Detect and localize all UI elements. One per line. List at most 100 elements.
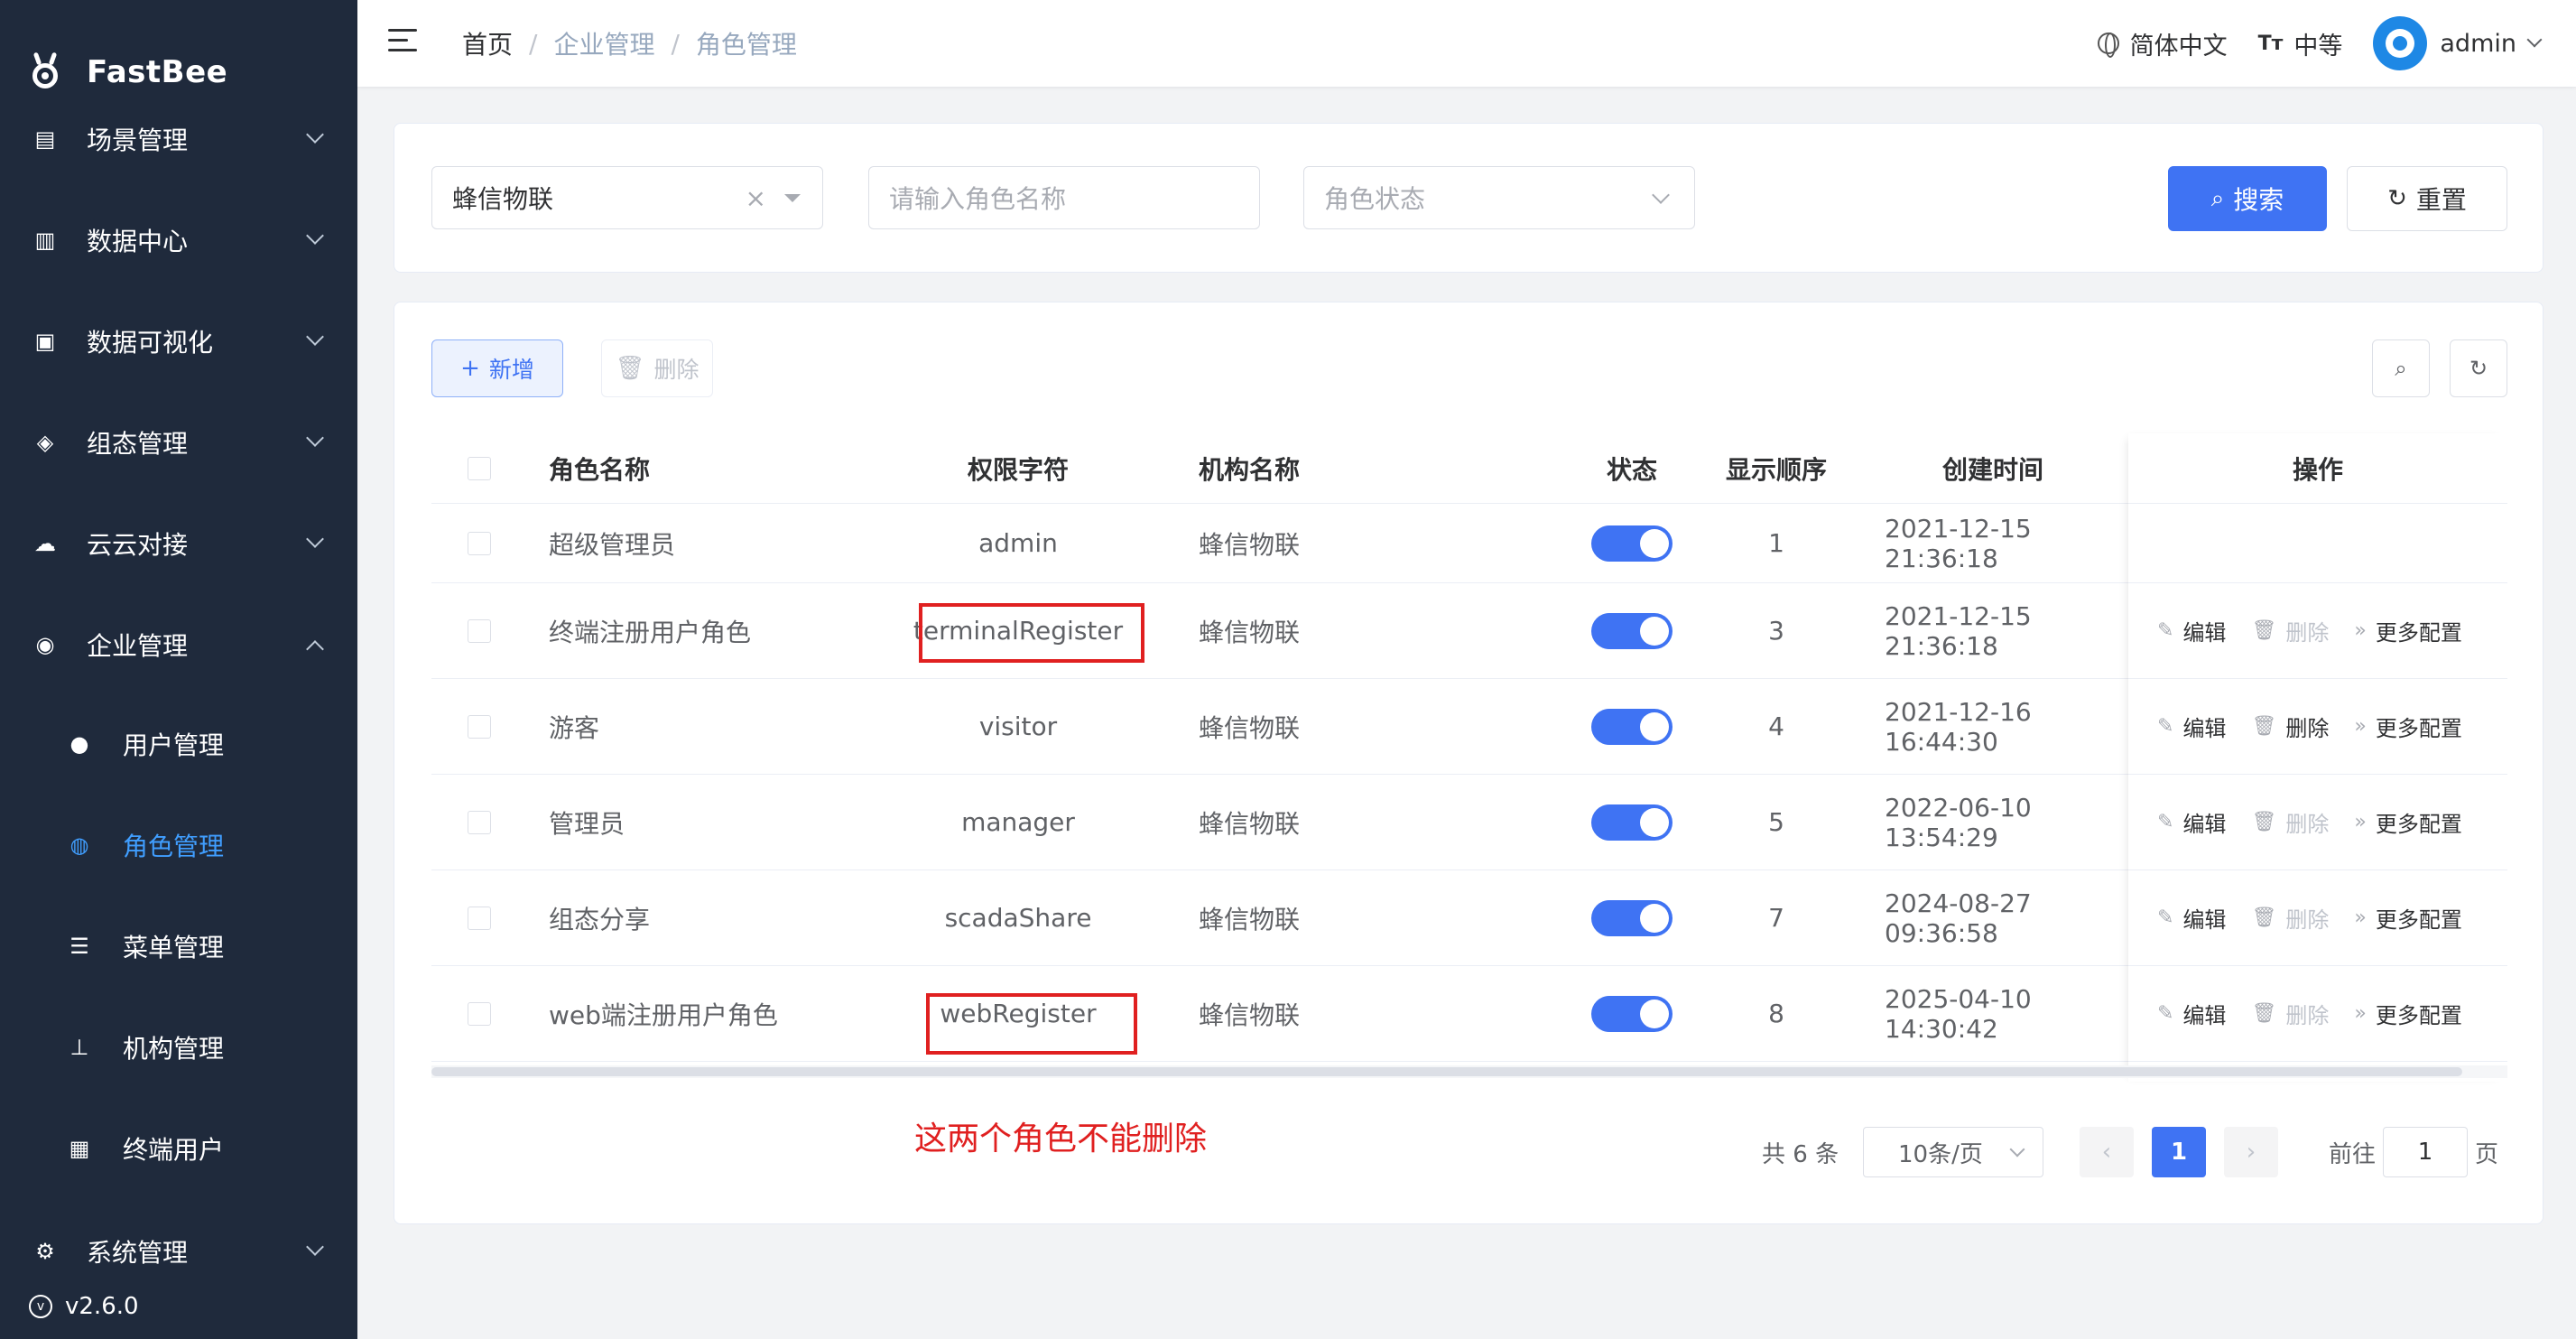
cloud-icon: ☁: [34, 531, 56, 556]
add-button[interactable]: + 新增: [431, 339, 563, 397]
sidebar-item-cloud[interactable]: ☁ 云云对接: [0, 515, 357, 572]
chevron-up-icon: [306, 640, 324, 658]
refresh-table-button[interactable]: ↻: [2450, 339, 2507, 397]
language-switch[interactable]: 简体中文: [2097, 26, 2228, 61]
status-switch[interactable]: [1578, 583, 1686, 678]
layers-icon: ◈: [36, 430, 54, 455]
status-switch[interactable]: [1578, 775, 1686, 869]
sidebar-item-label: 企业管理: [87, 631, 189, 661]
toggle-switch[interactable]: [1591, 612, 1673, 649]
cell-org-name: 蜂信物联: [1199, 529, 1301, 560]
header-org-name: 机构名称: [1199, 454, 1301, 485]
batch-delete-button[interactable]: 🗑 删除: [601, 339, 713, 397]
cell-created-time: 2022-06-10 13:54:29: [1885, 792, 2032, 852]
size-switch[interactable]: Tт 中等: [2258, 26, 2343, 61]
cell-org-name: 蜂信物联: [1199, 1000, 1301, 1030]
header-status: 状态: [1606, 454, 1657, 485]
chevron-down-icon: [2526, 32, 2543, 48]
globe-icon: [2097, 33, 2119, 58]
sidebar-item-enterprise[interactable]: ◉ 企业管理: [0, 616, 357, 674]
font-size-icon: Tт: [2257, 32, 2284, 55]
sidebar-item-scene[interactable]: ▤ 场景管理: [0, 110, 357, 168]
breadcrumb-home[interactable]: 首页: [462, 25, 513, 61]
sidebar-item-terminal-users[interactable]: ▦ 终端用户: [0, 1120, 357, 1177]
hamburger-icon[interactable]: [388, 29, 417, 52]
user-dropdown[interactable]: admin: [2373, 16, 2543, 70]
chevron-down-icon: [306, 1238, 324, 1256]
row-checkbox[interactable]: [468, 679, 491, 774]
cell-sort-order: 3: [1768, 616, 1784, 646]
status-switch[interactable]: [1578, 504, 1686, 582]
size-label: 中等: [2293, 32, 2343, 60]
search-icon: ⌕: [2210, 184, 2225, 212]
org-select[interactable]: 蜂信物联 ×: [431, 166, 823, 229]
pagination-total: 共 6 条: [1762, 1140, 1839, 1168]
user-icon: ●: [69, 731, 89, 757]
toggle-search-button[interactable]: ⌕: [2372, 339, 2430, 397]
breadcrumb-separator: /: [529, 28, 538, 59]
brand[interactable]: FastBee: [27, 45, 227, 99]
search-button[interactable]: ⌕ 搜索: [2168, 166, 2327, 231]
sidebar-item-scada[interactable]: ◈ 组态管理: [0, 414, 357, 471]
reset-button[interactable]: ↻ 重置: [2347, 166, 2507, 231]
scene-icon: ▤: [34, 126, 56, 152]
row-checkbox[interactable]: [468, 775, 491, 869]
sidebar-item-orgs[interactable]: ⊥ 机构管理: [0, 1018, 357, 1076]
toggle-switch[interactable]: [1591, 899, 1673, 936]
sidebar-item-label: 用户管理: [123, 730, 225, 760]
status-switch[interactable]: [1578, 679, 1686, 774]
goto-page-input[interactable]: 1: [2383, 1127, 2468, 1177]
tree-icon: ⊥: [69, 1035, 89, 1060]
clear-icon[interactable]: ×: [746, 183, 766, 213]
row-checkbox[interactable]: [468, 966, 491, 1061]
sidebar-item-menus[interactable]: ☰ 菜单管理: [0, 917, 357, 975]
sidebar-item-system[interactable]: ⚙ 系统管理: [0, 1223, 357, 1280]
chevron-right-icon: ›: [2246, 1139, 2256, 1166]
cell-role-key: scadaShare: [944, 903, 1092, 933]
sidebar-item-label: 场景管理: [87, 126, 189, 155]
page-size-select[interactable]: 10条/页: [1863, 1127, 2043, 1177]
sidebar-item-label: 数据可视化: [87, 328, 214, 358]
row-checkbox[interactable]: [468, 583, 491, 678]
cell-role-name: web端注册用户角色: [549, 1000, 778, 1030]
page-number-button[interactable]: 1: [2152, 1127, 2206, 1177]
prev-page-button[interactable]: ‹: [2080, 1127, 2134, 1177]
version-label: v2.6.0: [65, 1293, 139, 1320]
sidebar-item-visualization[interactable]: ▣ 数据可视化: [0, 312, 357, 370]
cell-role-name: 超级管理员: [549, 529, 676, 560]
select-all-checkbox[interactable]: [468, 433, 491, 503]
batch-delete-button-label: 删除: [653, 357, 700, 383]
settings-icon: ⚙: [35, 1239, 55, 1264]
bar-chart-icon: ▥: [34, 228, 56, 253]
cell-org-name: 蜂信物联: [1199, 808, 1301, 839]
cell-created-time: 2021-12-15 21:36:18: [1885, 600, 2032, 661]
next-page-button[interactable]: ›: [2224, 1127, 2278, 1177]
chevron-down-icon: [306, 429, 324, 447]
avatar: [2373, 16, 2428, 70]
toggle-switch[interactable]: [1591, 995, 1673, 1032]
sidebar: FastBee ▤ 场景管理 ▥ 数据中心 ▣ 数据可视化 ◈ 组态管理 ☁ 云…: [0, 0, 357, 1339]
sidebar-item-label: 系统管理: [87, 1238, 189, 1268]
header-actions: 简体中文 Tт 中等 admin: [2067, 14, 2543, 72]
header-sort-order: 显示顺序: [1725, 454, 1827, 485]
grid-icon: ▦: [69, 1136, 90, 1161]
highlight-box: [919, 603, 1144, 663]
status-switch[interactable]: [1578, 966, 1686, 1061]
role-status-select[interactable]: 角色状态: [1303, 166, 1695, 229]
row-checkbox[interactable]: [468, 504, 491, 582]
role-name-input[interactable]: 请输入角色名称: [868, 166, 1260, 229]
status-switch[interactable]: [1578, 870, 1686, 965]
annotation-note: 这两个角色不能删除: [914, 1120, 1208, 1158]
toggle-switch[interactable]: [1591, 708, 1673, 745]
sidebar-item-roles[interactable]: ◍ 角色管理: [0, 816, 357, 874]
cell-role-key: visitor: [978, 711, 1058, 741]
sidebar-item-data-center[interactable]: ▥ 数据中心: [0, 211, 357, 269]
horizontal-scrollbar[interactable]: [431, 1067, 2462, 1076]
sidebar-item-label: 数据中心: [87, 227, 189, 256]
toggle-switch[interactable]: [1591, 525, 1673, 562]
toggle-switch[interactable]: [1591, 804, 1673, 841]
row-checkbox[interactable]: [468, 870, 491, 965]
cell-role-name: 游客: [549, 712, 600, 743]
trash-icon: 🗑: [615, 355, 645, 382]
sidebar-item-users[interactable]: ● 用户管理: [0, 715, 357, 773]
